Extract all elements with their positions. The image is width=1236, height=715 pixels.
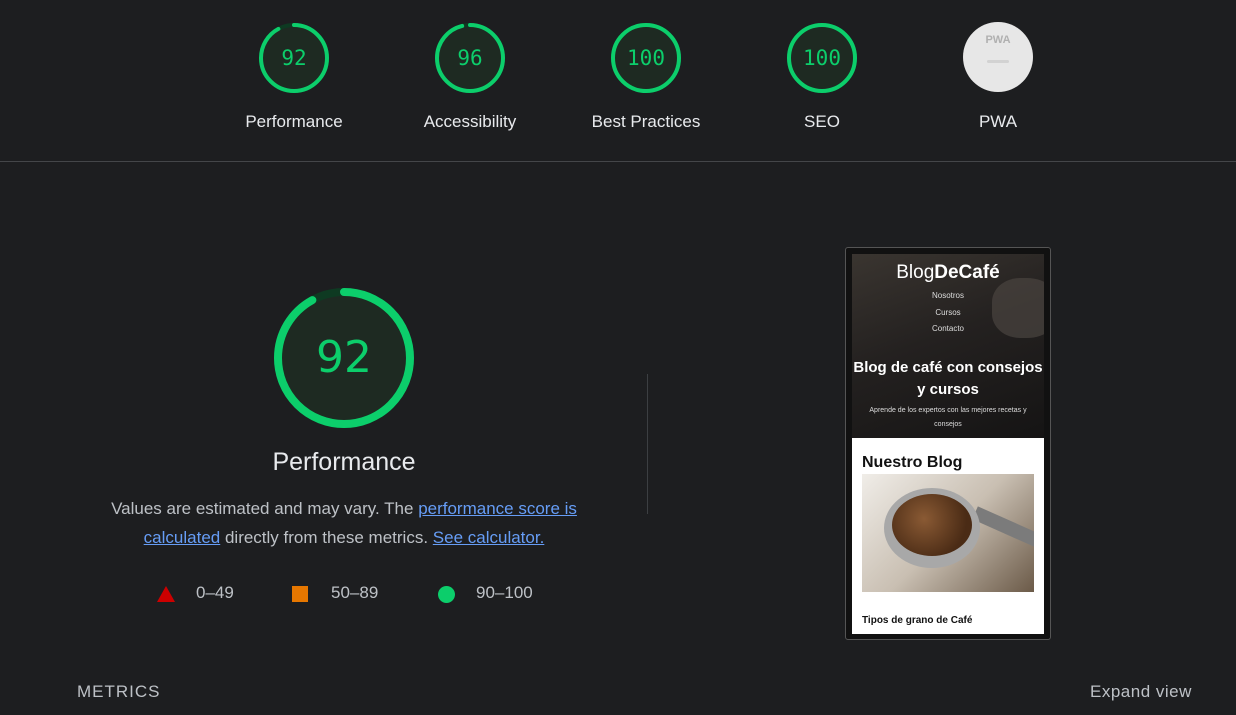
square-icon <box>292 586 308 602</box>
espresso-portafilter-image <box>862 474 1034 592</box>
performance-description: Values are estimated and may vary. The p… <box>84 494 604 552</box>
circle-icon <box>438 586 455 603</box>
screenshot-section-title: Nuestro Blog <box>862 454 963 471</box>
gauge-label: PWA <box>978 112 1018 131</box>
category-gauges: 92 Performance 96 Accessibility 100 Best… <box>0 0 1236 162</box>
gauge-seo[interactable]: 100 SEO <box>747 22 897 132</box>
gauge-score: 92 <box>281 46 307 70</box>
gauge-ring: 100 <box>610 22 682 94</box>
screenshot-brand: BlogDeCafé <box>896 262 1000 283</box>
description-text: Values are estimated and may vary. The <box>111 499 419 518</box>
page-screenshot-thumbnail[interactable]: BlogDeCafé Nosotros Cursos Contacto Blog… <box>845 247 1051 640</box>
screenshot-nav-item: Contacto <box>931 324 965 333</box>
expand-view-toggle[interactable]: Expand view <box>1090 682 1192 702</box>
description-text: directly from these metrics. <box>220 528 433 547</box>
screenshot-hero-subtitle: Aprende de los expertos con las mejores … <box>869 407 1027 428</box>
triangle-icon <box>157 586 175 602</box>
metrics-heading: METRICS <box>77 682 161 701</box>
legend-average-label: 50–89 <box>331 583 379 602</box>
gauge-score: 100 <box>627 46 665 70</box>
performance-score: 92 <box>316 332 372 383</box>
gauge-label: Accessibility <box>423 112 517 131</box>
gauge-ring: 96 <box>434 22 506 94</box>
gauge-label: Best Practices <box>591 112 701 131</box>
screenshot-hero-title: Blog de café con consejos y cursos <box>853 359 1043 398</box>
gauge-label: SEO <box>804 112 840 131</box>
screenshot-hero: BlogDeCafé Nosotros Cursos Contacto Blog… <box>852 254 1044 438</box>
pwa-badge-text: PWA <box>985 34 1011 46</box>
gauge-ring: 92 <box>258 22 330 94</box>
gauge-ring: 100 <box>786 22 858 94</box>
gauge-performance[interactable]: 92 Performance <box>219 22 369 132</box>
screenshot-content: Nuestro Blog Tipos de grano de Café <box>852 438 1044 634</box>
screenshot-card-title: Tipos de grano de Café <box>862 615 973 626</box>
see-calculator-link[interactable]: See calculator. <box>433 528 545 547</box>
gauge-accessibility[interactable]: 96 Accessibility <box>395 22 545 132</box>
header-divider <box>0 161 1236 162</box>
legend-fail-label: 0–49 <box>196 583 234 602</box>
performance-score-gauge: 92 <box>272 286 416 430</box>
gauge-score: 96 <box>457 46 483 70</box>
screenshot-nav-item: Nosotros <box>931 291 964 300</box>
performance-title: Performance <box>272 448 416 476</box>
gauge-label: Performance <box>245 112 343 131</box>
gauge-pwa[interactable]: PWA PWA <box>923 22 1073 132</box>
section-divider <box>647 374 648 514</box>
gauge-best-practices[interactable]: 100 Best Practices <box>571 22 721 132</box>
pwa-badge-dash <box>987 60 1009 63</box>
portafilter-handle <box>972 506 1034 548</box>
legend-pass-label: 90–100 <box>476 583 533 602</box>
pwa-badge-icon: PWA <box>963 22 1033 92</box>
screenshot-nav-item: Cursos <box>935 308 961 317</box>
coffee-grounds <box>892 494 972 556</box>
gauge-score: 100 <box>803 46 841 70</box>
